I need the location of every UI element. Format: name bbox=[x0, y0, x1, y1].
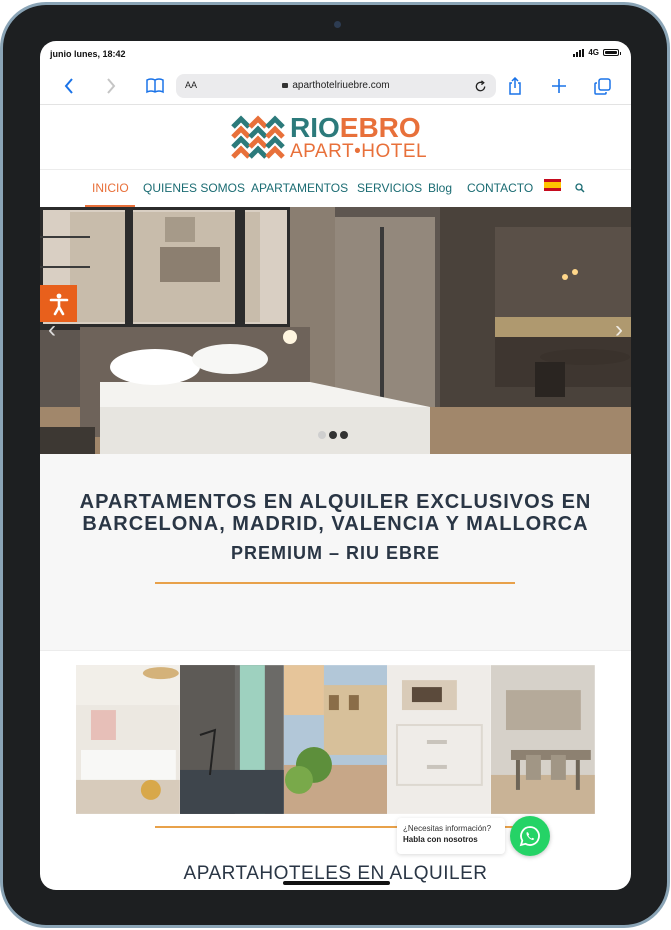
reload-icon bbox=[475, 79, 485, 91]
gallery-image-dining[interactable] bbox=[491, 665, 595, 814]
intro-heading-line3: PREMIUM – RIU EBRE bbox=[230, 543, 441, 563]
whatsapp-button[interactable] bbox=[510, 816, 550, 856]
logo-rio: RIO bbox=[290, 112, 340, 143]
photo-gallery bbox=[76, 665, 595, 814]
spain-flag-icon[interactable] bbox=[544, 179, 561, 191]
accessibility-icon bbox=[49, 293, 68, 315]
screen: junio lunes, 18:42 4G AA aparthotelriueb… bbox=[40, 41, 631, 890]
intro-heading-line1: APARTAMENTOS EN ALQUILER EXCLUSIVOS EN bbox=[79, 491, 592, 513]
logo-subtitle: APART•HOTEL bbox=[290, 141, 428, 162]
search-icon[interactable] bbox=[575, 183, 585, 193]
share-icon bbox=[509, 77, 521, 95]
signal-icon bbox=[573, 48, 585, 57]
address-bar[interactable]: AA aparthotelriuebre.com bbox=[176, 74, 496, 98]
slide-dot[interactable] bbox=[329, 431, 337, 439]
nav-item-inicio[interactable]: INICIO bbox=[92, 181, 129, 195]
browser-toolbar: AA aparthotelriuebre.com bbox=[40, 67, 631, 105]
network-label: 4G bbox=[588, 48, 599, 57]
heading-divider bbox=[155, 582, 515, 584]
main-nav: INICIO QUIENES SOMOS APARTAMENTOS SERVIC… bbox=[40, 169, 631, 207]
whatsapp-question: ¿Necesitas información? bbox=[403, 824, 492, 833]
slide-dot[interactable] bbox=[318, 431, 326, 439]
home-indicator bbox=[283, 881, 390, 885]
tabs-icon bbox=[593, 77, 611, 95]
nav-item-quienes-somos[interactable]: QUIENES SOMOS bbox=[143, 181, 245, 195]
reload-button[interactable] bbox=[472, 78, 488, 94]
slide-dots bbox=[318, 431, 348, 439]
intro-section: APARTAMENTOS EN ALQUILER EXCLUSIVOS EN B… bbox=[40, 454, 631, 651]
battery-icon bbox=[603, 49, 621, 56]
status-bar: junio lunes, 18:42 4G bbox=[40, 41, 631, 67]
chevron-right-icon bbox=[107, 78, 116, 94]
url-display: aparthotelriuebre.com bbox=[176, 80, 496, 91]
share-button[interactable] bbox=[502, 73, 528, 99]
gallery-image-bedroom[interactable] bbox=[179, 665, 284, 814]
tabs-button[interactable] bbox=[589, 73, 615, 99]
logo-chevrons-icon bbox=[231, 115, 285, 159]
plus-icon bbox=[552, 79, 566, 93]
hero-bedroom-image bbox=[40, 207, 631, 454]
whatsapp-cta: Habla con nosotros bbox=[403, 835, 478, 844]
url-text: aparthotelriuebre.com bbox=[292, 80, 390, 91]
bookmarks-button[interactable] bbox=[142, 73, 168, 99]
logo-ebro: EBRO bbox=[339, 112, 421, 143]
slide-dot[interactable] bbox=[340, 431, 348, 439]
accessibility-button[interactable] bbox=[40, 285, 77, 322]
status-indicators: 4G bbox=[573, 48, 621, 57]
gallery-image-terrace[interactable] bbox=[283, 665, 388, 814]
front-camera bbox=[334, 21, 341, 28]
chevron-left-icon bbox=[64, 78, 73, 94]
site-logo[interactable]: RIOEBRO APART•HOTEL bbox=[230, 113, 440, 163]
nav-item-blog[interactable]: Blog bbox=[428, 181, 452, 195]
whatsapp-chat-bubble[interactable]: ¿Necesitas información? Habla con nosotr… bbox=[397, 818, 505, 854]
lock-icon bbox=[282, 83, 289, 88]
book-icon bbox=[146, 78, 164, 94]
back-button[interactable] bbox=[56, 73, 82, 99]
logo-wordmark: RIOEBRO bbox=[290, 113, 421, 143]
next-slide-button[interactable]: › bbox=[609, 317, 629, 343]
forward-button[interactable] bbox=[98, 73, 124, 99]
whatsapp-icon bbox=[519, 826, 540, 847]
intro-heading-line2: BARCELONA, MADRID, VALENCIA Y MALLORCA bbox=[82, 513, 589, 535]
gallery-image-wall-detail[interactable] bbox=[387, 665, 492, 814]
nav-item-contacto[interactable]: CONTACTO bbox=[467, 181, 533, 195]
nav-item-apartamentos[interactable]: APARTAMENTOS bbox=[251, 181, 348, 195]
ipad-device: junio lunes, 18:42 4G AA aparthotelriueb… bbox=[0, 0, 671, 930]
new-tab-button[interactable] bbox=[546, 73, 572, 99]
hero-slider: ‹ › bbox=[40, 207, 631, 454]
gallery-image-living-room[interactable] bbox=[76, 665, 180, 814]
nav-item-servicios[interactable]: SERVICIOS bbox=[357, 181, 422, 195]
status-time: junio lunes, 18:42 bbox=[50, 49, 126, 59]
